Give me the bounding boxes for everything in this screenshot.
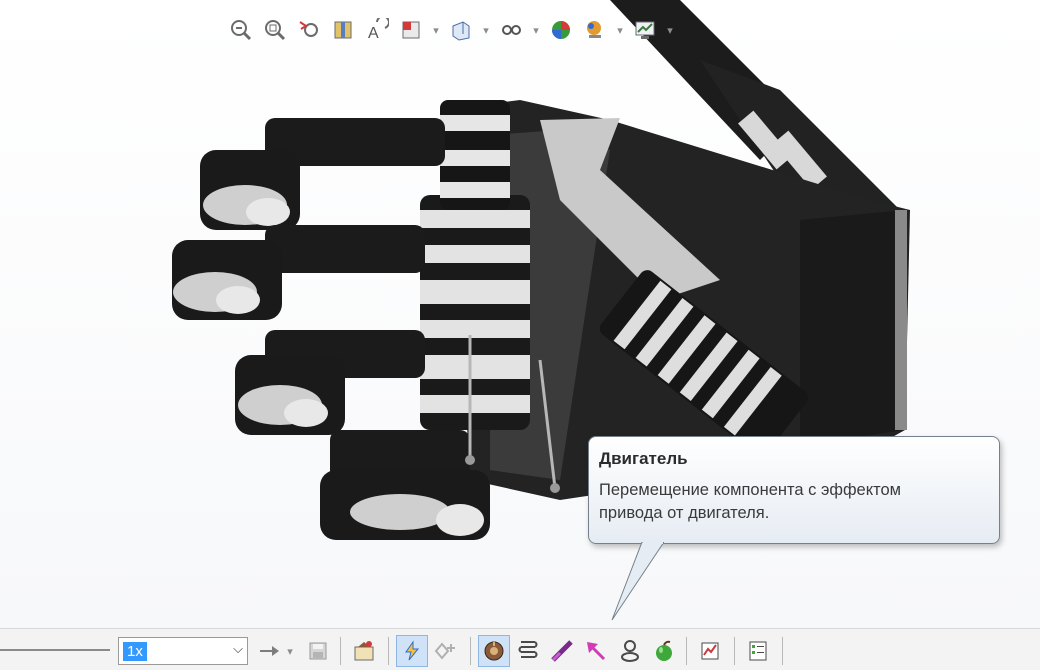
hide-show-dropdown[interactable]: ▾ (530, 15, 542, 45)
finger-index (200, 118, 445, 230)
finger-middle (172, 225, 425, 320)
section-view-icon[interactable] (328, 15, 358, 45)
contact-icon[interactable] (614, 635, 646, 667)
display-style-dropdown[interactable]: ▾ (480, 15, 492, 45)
chevron-down-icon: ▾ (667, 24, 673, 37)
results-and-plots-icon[interactable] (694, 635, 726, 667)
toolbar-separator (686, 637, 687, 665)
tooltip-pointer (611, 542, 664, 621)
apply-scene-icon[interactable] (580, 15, 610, 45)
motor-tooltip: Двигатель Перемещение компонента с эффек… (588, 436, 1000, 544)
motion-study-properties-icon[interactable] (742, 635, 774, 667)
motion-study-toolbar: 1x ⌵ ▾ (0, 628, 1040, 670)
finger-ring (235, 330, 425, 435)
view-settings-icon[interactable] (630, 15, 660, 45)
view-orientation-dropdown[interactable]: ▾ (430, 15, 442, 45)
gravity-icon[interactable] (648, 635, 680, 667)
force-icon[interactable] (580, 635, 612, 667)
zoom-to-area-icon[interactable] (260, 15, 290, 45)
autokey-icon[interactable] (396, 635, 428, 667)
playback-slider[interactable] (0, 649, 110, 651)
playback-speed-select[interactable]: 1x ⌵ (118, 637, 248, 665)
toolbar-separator (340, 637, 341, 665)
previous-view-icon[interactable] (294, 15, 324, 45)
animation-wizard-icon[interactable] (348, 635, 380, 667)
chevron-down-icon: ▾ (483, 24, 489, 37)
heads-up-view-toolbar: A ▾ ▾ ▾ ▾ ▾ (226, 12, 676, 48)
edit-appearance-icon[interactable] (546, 15, 576, 45)
apply-scene-dropdown[interactable]: ▾ (614, 15, 626, 45)
damper-icon[interactable] (546, 635, 578, 667)
toolbar-separator (388, 637, 389, 665)
playback-mode-icon[interactable] (256, 635, 282, 667)
toolbar-separator (782, 637, 783, 665)
finger-little (320, 430, 490, 540)
chevron-down-icon: ▾ (433, 24, 439, 37)
save-animation-icon[interactable] (302, 635, 334, 667)
toolbar-separator (734, 637, 735, 665)
chevron-down-icon: ⌵ (233, 641, 243, 656)
view-settings-dropdown[interactable]: ▾ (664, 15, 676, 45)
hide-show-items-icon[interactable] (496, 15, 526, 45)
view-orientation-icon[interactable] (396, 15, 426, 45)
svg-text:A: A (368, 25, 379, 42)
display-style-icon[interactable] (446, 15, 476, 45)
chevron-down-icon: ▾ (287, 645, 293, 658)
spring-icon[interactable] (512, 635, 544, 667)
tooltip-description: Перемещение компонента с эффектом привод… (599, 481, 902, 522)
playback-speed-value: 1x (123, 642, 147, 661)
tooltip-title: Двигатель (599, 449, 688, 468)
playback-mode-dropdown[interactable]: ▾ (282, 635, 298, 667)
chevron-down-icon: ▾ (533, 24, 539, 37)
add-key-icon[interactable] (430, 635, 462, 667)
chevron-down-icon: ▾ (617, 24, 623, 37)
motor-icon[interactable] (478, 635, 510, 667)
toolbar-separator (470, 637, 471, 665)
dynamic-annotation-icon[interactable]: A (362, 15, 392, 45)
zoom-to-fit-icon[interactable] (226, 15, 256, 45)
